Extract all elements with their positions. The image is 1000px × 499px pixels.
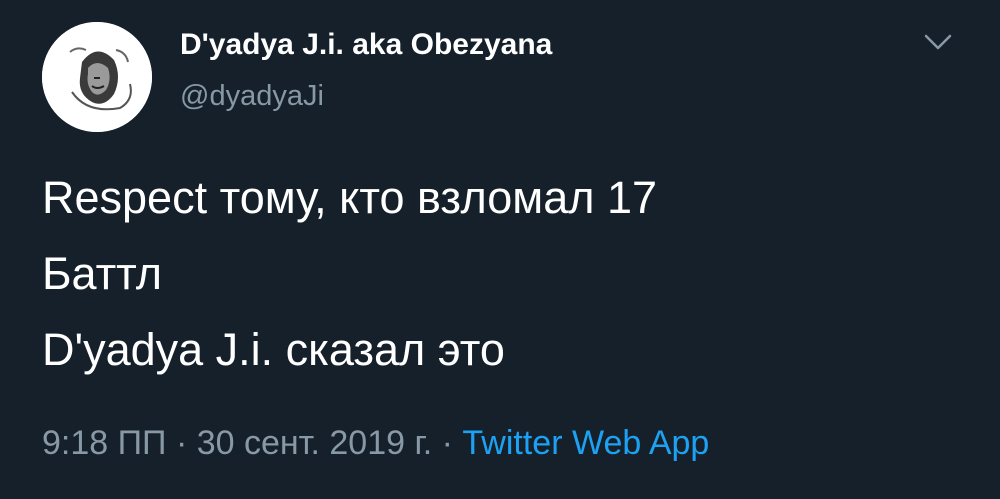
tweet-text-line: Баттл (42, 248, 163, 299)
tweet-card: D'yadya J.i. aka Obezyana @dyadyaJi Resp… (0, 0, 1000, 499)
separator: · (441, 424, 453, 462)
tweet-time[interactable]: 9:18 ПП (42, 424, 167, 462)
chevron-down-icon[interactable] (920, 28, 956, 58)
avatar-sketch-icon (42, 22, 152, 132)
tweet-text-line: Respect тому, кто взломал 17 (42, 172, 658, 223)
tweet-date[interactable]: 30 сент. 2019 г. (197, 424, 432, 462)
tweet-text: Respect тому, кто взломал 17 Баттл D'yad… (42, 160, 942, 388)
tweet-source-link[interactable]: Twitter Web App (462, 424, 709, 462)
author-display-name[interactable]: D'yadya J.i. aka Obezyana (180, 28, 552, 62)
separator: · (175, 424, 188, 462)
avatar[interactable] (42, 22, 152, 132)
tweet-metadata: 9:18 ПП · 30 сент. 2019 г. · Twitter Web… (42, 424, 709, 463)
tweet-text-line: D'yadya J.i. сказал это (42, 324, 505, 375)
author-handle[interactable]: @dyadyaJi (180, 80, 324, 113)
